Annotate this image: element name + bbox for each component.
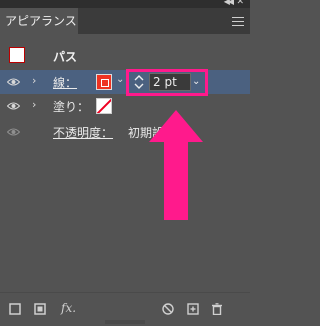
new-artboard-icon[interactable]	[9, 303, 21, 315]
expand-chevron-icon[interactable]: ›	[32, 74, 36, 87]
stroke-weight-input[interactable]: 2 pt	[149, 73, 191, 91]
clear-appearance-icon[interactable]	[162, 303, 174, 315]
fill-swatch-icon[interactable]	[96, 98, 112, 114]
eye-icon[interactable]	[7, 78, 20, 86]
stroke-row[interactable]: › 線： ⌄	[0, 70, 250, 94]
expand-chevron-icon[interactable]: ›	[32, 98, 36, 111]
path-row[interactable]: パス	[0, 44, 250, 70]
tab-bar: アピアランス	[0, 8, 250, 34]
chevron-down-icon[interactable]: ⌄	[116, 74, 124, 85]
add-fill-icon[interactable]	[34, 303, 46, 315]
fill-row[interactable]: › 塗り：	[0, 94, 250, 118]
stroke-swatch-icon[interactable]	[96, 74, 112, 90]
stepper-icon[interactable]	[133, 74, 145, 90]
fill-label[interactable]: 塗り：	[53, 98, 89, 115]
eye-icon[interactable]	[7, 102, 20, 110]
fx-effects-icon[interactable]: fx.	[61, 301, 76, 315]
path-thumbnail	[9, 47, 25, 63]
opacity-label[interactable]: 不透明度：	[53, 124, 113, 141]
resize-grip[interactable]	[105, 320, 145, 324]
opacity-row[interactable]: 不透明度： 初期設定	[0, 120, 250, 144]
eye-icon[interactable]	[7, 128, 20, 136]
panel-menu-icon[interactable]	[232, 17, 244, 26]
chevron-down-icon[interactable]: ⌄	[192, 76, 200, 87]
panel-topbar: ◀◀ ✕	[0, 0, 250, 8]
close-icon[interactable]: ✕	[236, 0, 244, 7]
collapse-icon[interactable]: ◀◀	[224, 0, 234, 6]
duplicate-item-icon[interactable]	[187, 303, 199, 315]
trash-icon[interactable]	[211, 303, 223, 315]
tab-appearance[interactable]: アピアランス	[0, 8, 78, 34]
annotation-arrow-icon	[149, 110, 203, 220]
stroke-label[interactable]: 線：	[53, 74, 77, 91]
path-label: パス	[53, 50, 78, 64]
